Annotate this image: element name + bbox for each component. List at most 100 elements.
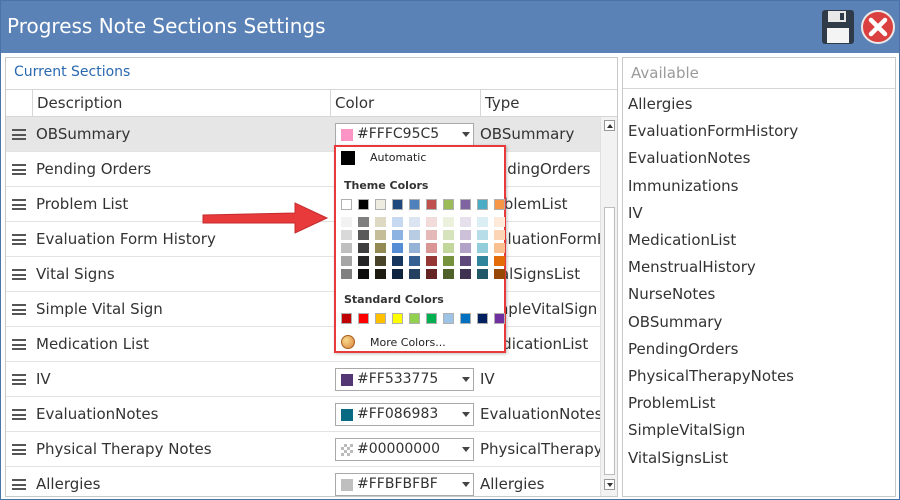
theme-shade-swatch[interactable]	[375, 217, 386, 227]
theme-shade-swatch[interactable]	[460, 256, 471, 266]
scroll-down-icon[interactable]	[604, 479, 615, 490]
theme-shade-swatch[interactable]	[477, 256, 488, 266]
theme-shade-swatch[interactable]	[341, 230, 352, 240]
theme-shade-swatch[interactable]	[341, 269, 352, 279]
standard-color-swatch[interactable]	[443, 313, 454, 324]
drag-handle-icon[interactable]	[12, 164, 26, 175]
theme-shade-swatch[interactable]	[358, 230, 369, 240]
theme-shade-swatch[interactable]	[426, 243, 437, 253]
table-row[interactable]: IV #FF533775 IV	[6, 362, 600, 397]
list-item[interactable]: EvaluationNotes	[628, 149, 750, 167]
chevron-down-icon[interactable]	[462, 412, 470, 417]
standard-color-swatch[interactable]	[460, 313, 471, 324]
table-row[interactable]: Medication List MedicationList	[6, 327, 600, 362]
theme-shade-swatch[interactable]	[443, 217, 454, 227]
theme-shade-swatch[interactable]	[392, 269, 403, 279]
theme-shade-swatch[interactable]	[494, 269, 505, 279]
theme-shade-swatch[interactable]	[443, 243, 454, 253]
list-item[interactable]: SimpleVitalSign	[628, 421, 745, 439]
list-item[interactable]: ProblemList	[628, 394, 716, 412]
list-item[interactable]: PendingOrders	[628, 340, 738, 358]
theme-shade-swatch[interactable]	[341, 243, 352, 253]
list-item[interactable]: NurseNotes	[628, 285, 715, 303]
theme-shade-swatch[interactable]	[392, 243, 403, 253]
theme-shade-swatch[interactable]	[392, 230, 403, 240]
theme-shade-swatch[interactable]	[358, 256, 369, 266]
color-dropdown[interactable]: #FFFC95C5	[335, 123, 474, 146]
drag-handle-icon[interactable]	[12, 269, 26, 280]
theme-shade-swatch[interactable]	[358, 243, 369, 253]
theme-color-swatch[interactable]	[443, 199, 454, 210]
theme-shade-swatch[interactable]	[494, 217, 505, 227]
color-dropdown[interactable]: #FF533775	[335, 368, 474, 391]
theme-shade-swatch[interactable]	[426, 269, 437, 279]
list-item[interactable]: OBSummary	[628, 313, 722, 331]
drag-handle-icon[interactable]	[12, 199, 26, 210]
theme-color-swatch[interactable]	[358, 199, 369, 210]
list-item[interactable]: EvaluationFormHistory	[628, 122, 798, 140]
standard-color-swatch[interactable]	[358, 313, 369, 324]
theme-shade-swatch[interactable]	[341, 217, 352, 227]
color-dropdown[interactable]: #FF086983	[335, 403, 474, 426]
theme-color-swatch[interactable]	[392, 199, 403, 210]
theme-color-swatch[interactable]	[460, 199, 471, 210]
theme-shade-swatch[interactable]	[477, 230, 488, 240]
theme-shade-swatch[interactable]	[443, 230, 454, 240]
theme-color-swatch[interactable]	[494, 199, 505, 210]
header-type[interactable]: Type	[480, 90, 600, 117]
theme-shade-swatch[interactable]	[392, 256, 403, 266]
theme-shade-swatch[interactable]	[443, 269, 454, 279]
theme-color-swatch[interactable]	[341, 199, 352, 210]
theme-shade-swatch[interactable]	[409, 269, 420, 279]
standard-color-swatch[interactable]	[494, 313, 505, 324]
scroll-thumb[interactable]	[604, 207, 615, 475]
theme-shade-swatch[interactable]	[375, 243, 386, 253]
theme-shade-swatch[interactable]	[460, 243, 471, 253]
theme-shade-swatch[interactable]	[460, 217, 471, 227]
list-item[interactable]: MedicationList	[628, 231, 736, 249]
color-dropdown[interactable]: #FFBFBFBF	[335, 473, 474, 496]
theme-shade-swatch[interactable]	[460, 230, 471, 240]
theme-shade-swatch[interactable]	[460, 269, 471, 279]
standard-color-swatch[interactable]	[426, 313, 437, 324]
list-item[interactable]: Allergies	[628, 95, 692, 113]
header-description[interactable]: Description	[32, 90, 330, 117]
theme-color-swatch[interactable]	[477, 199, 488, 210]
close-icon[interactable]	[861, 10, 895, 44]
grid-scrollbar[interactable]	[600, 117, 617, 496]
table-row[interactable]: Allergies #FFBFBFBF Allergies	[6, 467, 600, 496]
standard-color-swatch[interactable]	[341, 313, 352, 324]
theme-color-swatch[interactable]	[409, 199, 420, 210]
list-item[interactable]: PhysicalTherapyNotes	[628, 367, 794, 385]
theme-shade-swatch[interactable]	[375, 230, 386, 240]
theme-shade-swatch[interactable]	[494, 256, 505, 266]
chevron-down-icon[interactable]	[462, 132, 470, 137]
theme-shade-swatch[interactable]	[477, 269, 488, 279]
theme-shade-swatch[interactable]	[426, 217, 437, 227]
scroll-up-icon[interactable]	[604, 120, 615, 131]
chevron-down-icon[interactable]	[462, 482, 470, 487]
drag-handle-icon[interactable]	[12, 339, 26, 350]
drag-handle-icon[interactable]	[12, 129, 26, 140]
table-row[interactable]: Simple Vital Sign SimpleVitalSign	[6, 292, 600, 327]
theme-shade-swatch[interactable]	[443, 256, 454, 266]
list-item[interactable]: Immunizations	[628, 177, 738, 195]
theme-shade-swatch[interactable]	[426, 230, 437, 240]
color-dropdown[interactable]: #00000000	[335, 438, 474, 461]
theme-shade-swatch[interactable]	[358, 269, 369, 279]
table-row[interactable]: Pending Orders PendingOrders	[6, 152, 600, 187]
header-color[interactable]: Color	[330, 90, 480, 117]
standard-color-swatch[interactable]	[375, 313, 386, 324]
theme-shade-swatch[interactable]	[392, 217, 403, 227]
list-item[interactable]: MenstrualHistory	[628, 258, 756, 276]
theme-shade-swatch[interactable]	[409, 243, 420, 253]
floppy-disk-icon[interactable]	[821, 9, 855, 45]
theme-shade-swatch[interactable]	[409, 217, 420, 227]
theme-shade-swatch[interactable]	[375, 269, 386, 279]
table-row[interactable]: Physical Therapy Notes #00000000 PhysicalT…	[6, 432, 600, 467]
automatic-color-swatch[interactable]	[341, 151, 355, 165]
theme-shade-swatch[interactable]	[494, 230, 505, 240]
standard-color-swatch[interactable]	[409, 313, 420, 324]
theme-shade-swatch[interactable]	[358, 217, 369, 227]
drag-handle-icon[interactable]	[12, 374, 26, 385]
